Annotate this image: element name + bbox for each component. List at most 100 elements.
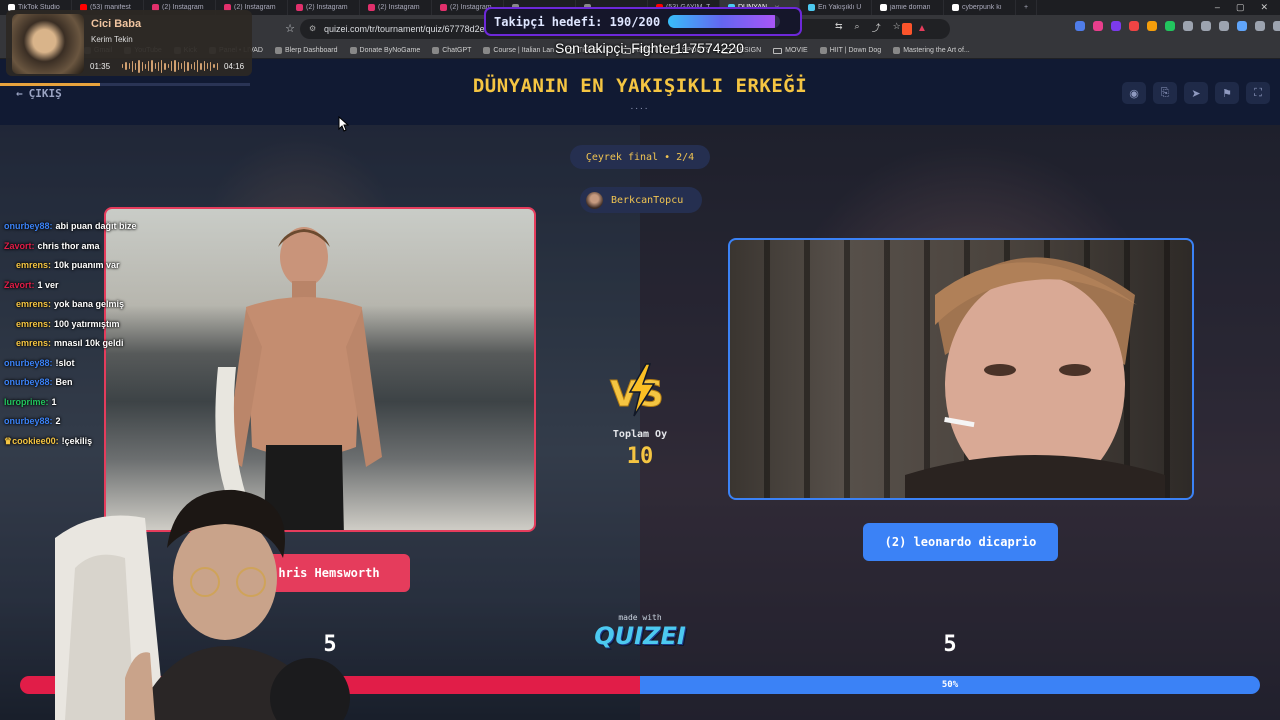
tab-favicon-icon [880,4,887,11]
star-icon[interactable]: ☆ [893,21,901,34]
follower-goal-bar [668,15,781,28]
send-icon[interactable]: ➤ [1184,82,1208,104]
quizei-logo[interactable]: QUIZEI [580,622,700,650]
bookmark-label: MOVIE [785,47,808,54]
right-vote-bar: 50% [640,676,1260,694]
brave-shield-icon[interactable] [902,23,912,35]
chat-username: onurbey88: [4,221,53,231]
browser-tab[interactable]: En Yakışıklı Ü [800,0,872,15]
header-actions: ◉ ⎘ ➤ ⚑ ⛶ [1122,82,1270,104]
contestant-right-name[interactable]: (2) leonardo dicaprio [863,523,1058,561]
waveform-bar [148,61,150,71]
waveform-bar [180,63,183,69]
extension-icon[interactable] [1201,21,1211,31]
browser-tab[interactable]: (2) Instagram [288,0,360,15]
chat-username: emrens: [16,260,52,270]
chat-message: luroprime: 1 [4,395,204,415]
minimize-icon[interactable]: – [1215,2,1220,13]
bookmark-item[interactable]: MOVIE [767,47,814,54]
chat-text: 1 ver [37,279,59,290]
browser-tab[interactable]: cyberpunk kı [944,0,1016,15]
translate-icon[interactable]: ⇆ [835,21,843,34]
site-info-icon[interactable]: ⚙ [309,24,316,33]
extension-icon[interactable] [1165,21,1175,31]
chat-text: abi puan dağıt bize [55,221,137,231]
waveform-bar [213,64,215,68]
bookmark-item[interactable]: Mastering the Art of... [887,47,976,54]
browser-menu-icon[interactable] [1273,21,1280,31]
chat-username: emrens: [16,299,52,309]
now-playing-widget: Cici Baba Kerim Tekin 01:35 04:16 [6,10,252,76]
waveform-bar [210,61,212,71]
chat-text: !çekiliş [61,435,93,446]
waveform-bar [151,60,153,72]
chat-message: ♛cookiee00: !çekiliş [4,434,204,454]
chat-username: onurbey88: [4,377,53,387]
waveform-bar [128,63,130,69]
extension-icon[interactable] [1237,21,1247,31]
share-icon[interactable]: ⎘ [1153,82,1177,104]
extension-icon[interactable] [1075,21,1085,31]
profile-icon[interactable] [1255,21,1265,31]
tab-label: (2) Instagram [378,4,420,11]
stream-chat: onurbey88: abi puan dağıt bize Zavort: chri… [4,219,204,453]
new-tab-button[interactable]: + [1016,0,1038,15]
flag-icon[interactable]: ⚑ [1215,82,1239,104]
chat-message: emrens: yok bana gelmiş [4,297,204,317]
contestant-right-image[interactable] [728,238,1194,500]
waveform-bar [187,61,189,71]
tab-label: jamie dornan [890,4,931,11]
browser-tab[interactable]: jamie dornan [872,0,944,15]
extension-icon[interactable] [1129,21,1139,31]
waveform-bar [157,61,160,71]
extension-icon[interactable] [1147,21,1157,31]
extension-icon[interactable] [1183,21,1193,31]
chat-text: 1 [51,396,57,407]
bookmark-star-icon[interactable]: ☆ [280,22,300,35]
extension-icon[interactable] [1093,21,1103,31]
fullscreen-icon[interactable]: ⛶ [1246,82,1270,104]
mouse-cursor-icon [338,116,350,132]
bookmark-label: Donate ByNoGame [359,47,421,54]
extension-icon[interactable] [1111,21,1121,31]
chat-message: Zavort: chris thor ama [4,239,204,259]
waveform-bar [144,63,147,69]
bookmark-label: Blerp Dashboard [285,47,338,54]
waveform-bar [135,62,137,70]
bookmark-item[interactable]: ChatGPT [426,47,477,54]
bookmark-item[interactable]: Donate ByNoGame [344,47,427,54]
bookmark-item[interactable]: HIIT | Down Dog [814,47,888,54]
maximize-icon[interactable]: ▢ [1236,2,1245,13]
browser-tab[interactable]: (2) Instagram [360,0,432,15]
bookmark-item[interactable]: Blerp Dashboard [269,47,344,54]
zoom-icon[interactable]: ⌕ [855,21,860,34]
waveform-bar [174,60,176,72]
waveform-bar [170,61,173,71]
chat-text: yok bana gelmiş [54,299,125,309]
last-follower: Son takipçi: Fighter117574220 [555,40,744,56]
extension-icon[interactable] [1219,21,1229,31]
folder-icon [773,47,783,54]
waveform-bar [138,59,140,73]
close-window-icon[interactable]: ✕ [1260,2,1268,13]
creator-badge[interactable]: BerkcanTopcu [580,187,702,213]
chat-text: 10k puanım var [54,260,120,270]
chat-message: onurbey88: 2 [4,414,204,434]
bookmark-item[interactable]: Course | Italian Lan [477,47,560,54]
tab-favicon-icon [440,4,447,11]
waveform-bar [184,60,186,72]
chat-message: onurbey88: !slot [4,356,204,376]
total-votes-label: Toplam Oy [612,429,668,440]
song-title: Cici Baba [91,18,142,30]
share-page-icon[interactable]: ⤴ [872,21,881,34]
extension-icons [1075,21,1280,31]
brave-rewards-icon[interactable]: ▲ [917,23,927,34]
waveform-bar [206,63,209,69]
eye-icon[interactable]: ◉ [1122,82,1146,104]
chat-message: emrens: 100 yatırmıştım [4,317,204,337]
waveform-bar [125,62,127,70]
crown-icon: ♛ [4,435,13,446]
tab-favicon-icon [952,4,959,11]
album-art [12,14,84,74]
waveform-bar [161,59,163,73]
